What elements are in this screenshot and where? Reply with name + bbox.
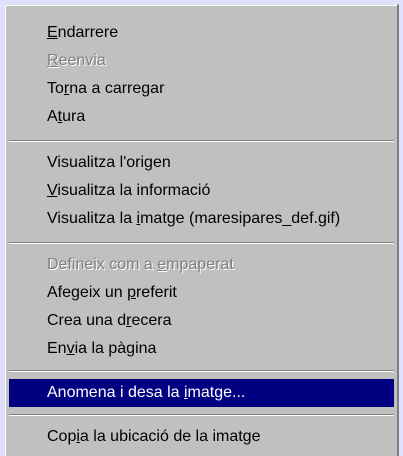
menu-item-back[interactable]: Endarrere	[9, 19, 394, 47]
menu-item-accesskey: E	[47, 24, 58, 41]
menu-item-label-post: eenvia	[58, 52, 106, 69]
menu-item-reload[interactable]: Torna a carregar	[9, 75, 394, 103]
menu-item-set-wallpaper: Defineix com a empaperat	[9, 251, 394, 279]
menu-item-label-pre: A	[47, 108, 58, 125]
menu-item-label-post: a la ubicació de la imatge	[79, 428, 261, 445]
menu-separator	[9, 140, 394, 142]
menu-item-label-post: ecera	[131, 312, 172, 329]
menu-item-label-pre: En	[47, 340, 67, 357]
menu-item-accesskey: v	[66, 340, 75, 357]
menu-item-accesskey: R	[47, 52, 59, 69]
menu-item-label-pre: Crea una d	[47, 312, 127, 329]
menu-item-label-pre: Visualitza l'ori	[47, 154, 145, 171]
menu-item-accesskey: e	[157, 256, 167, 273]
menu-item-view-source[interactable]: Visualitza l'origen	[9, 149, 394, 177]
menu-item-label-post: na a carregar	[69, 80, 165, 97]
context-menu: Endarrere Reenvia Torna a carregar Atura…	[4, 4, 399, 456]
menu-item-label-post: ndarrere	[57, 24, 119, 41]
menu-item-label-post: isualitza la informació	[57, 182, 211, 199]
menu-item-add-favorite[interactable]: Afegeix un preferit	[9, 279, 394, 307]
menu-item-label-post: matge...	[187, 384, 246, 401]
menu-separator	[9, 414, 394, 416]
menu-item-stop[interactable]: Atura	[9, 103, 394, 131]
menu-item-create-shortcut[interactable]: Crea una drecera	[9, 307, 394, 335]
menu-item-label-post: matge (maresipares_def.gif)	[140, 210, 341, 227]
menu-item-view-image[interactable]: Visualitza la imatge (maresipares_def.gi…	[9, 205, 394, 233]
menu-item-label-post: referit	[135, 284, 177, 301]
menu-item-accesskey: p	[127, 284, 136, 301]
menu-separator	[9, 370, 394, 372]
menu-separator	[9, 242, 394, 244]
menu-item-save-image-as[interactable]: Anomena i desa la imatge...	[9, 379, 394, 407]
menu-item-label-pre: Cop	[47, 428, 77, 445]
menu-item-label-pre: Visualitza la	[47, 210, 137, 227]
menu-item-copy-image-location[interactable]: Copia la ubicació de la imatge	[9, 423, 394, 451]
menu-item-label-pre: To	[47, 80, 64, 97]
menu-item-label-post: mpaperat	[166, 256, 234, 273]
menu-item-label-pre: Defineix com a	[47, 256, 158, 273]
menu-item-send-page[interactable]: Envia la pàgina	[9, 335, 394, 363]
menu-item-label-post: ura	[62, 108, 86, 125]
menu-item-label-pre: Anomena i desa la	[47, 384, 184, 401]
menu-item-forward: Reenvia	[9, 47, 394, 75]
menu-item-label-pre: Afegeix un	[47, 284, 128, 301]
menu-item-view-info[interactable]: Visualitza la informació	[9, 177, 394, 205]
menu-item-label-post: ia la pàgina	[74, 340, 157, 357]
menu-item-label-post: en	[152, 154, 171, 171]
menu-item-accesskey: g	[144, 154, 153, 171]
menu-item-accesskey: V	[47, 182, 58, 199]
